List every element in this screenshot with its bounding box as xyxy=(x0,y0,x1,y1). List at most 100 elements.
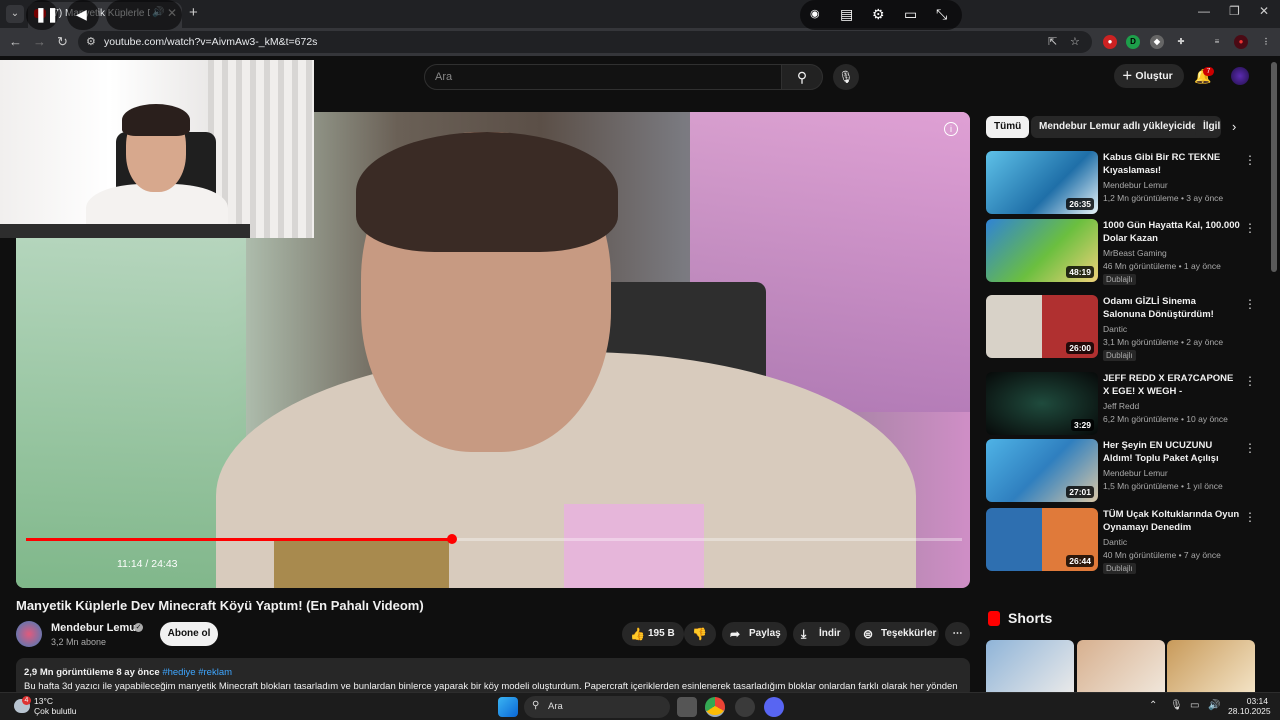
info-icon[interactable]: i xyxy=(944,122,958,136)
download-button[interactable]: ⤓ İndir xyxy=(793,622,850,646)
tray-mic-icon[interactable]: 🎙 xyxy=(1170,700,1183,711)
chrome-menu-icon[interactable]: ⋮ xyxy=(1259,35,1273,49)
restore-icon[interactable]: ❐ xyxy=(1229,4,1240,18)
cast-icon[interactable]: ⇱ xyxy=(1048,35,1057,48)
verified-check-icon: ✓ xyxy=(134,623,143,632)
discord-taskbar-icon[interactable] xyxy=(764,697,784,717)
autoplay-toggle-icon[interactable]: ◉ xyxy=(810,7,820,20)
thanks-button[interactable]: ⊜ Teşekkürler xyxy=(855,622,939,646)
extension-icon[interactable]: ● xyxy=(1103,35,1117,49)
recommendation-thumbnail[interactable]: 3:29 xyxy=(986,372,1098,435)
recommendation-thumbnail[interactable]: 27:01 xyxy=(986,439,1098,502)
task-view-icon[interactable] xyxy=(677,697,697,717)
play-pause-button[interactable]: ❚❚ xyxy=(26,0,58,30)
like-button[interactable]: 👍 195 B xyxy=(622,622,684,646)
webcam-person-hair xyxy=(122,104,190,136)
taskbar-clock[interactable]: 03:14 28.10.2025 xyxy=(1228,696,1271,716)
address-bar[interactable]: ⚙ youtube.com/watch?v=AivmAw3-_kM&t=672s… xyxy=(78,31,1092,53)
recommendation-channel: Mendebur Lemur xyxy=(1103,468,1168,478)
profile-avatar-icon[interactable]: ● xyxy=(1234,35,1248,49)
recommendation-item[interactable]: 3:29 JEFF REDD X ERA7CAPONE X EGE! X WEG… xyxy=(986,372,1266,436)
search-input[interactable]: Ara xyxy=(424,64,782,90)
search-button[interactable]: ⚲ xyxy=(781,64,823,90)
chip-related[interactable]: İlgili xyxy=(1195,116,1221,138)
search-icon: ⚲ xyxy=(532,700,540,711)
more-vertical-icon[interactable]: ⋮ xyxy=(1244,510,1256,524)
more-vertical-icon[interactable]: ⋮ xyxy=(1244,297,1256,311)
recommendation-item[interactable]: 26:44 TÜM Uçak Koltuklarında Oyun Oynama… xyxy=(986,508,1266,574)
recommendation-item[interactable]: 27:01 Her Şeyin EN UCUZUNU Aldım! Toplu … xyxy=(986,439,1266,503)
share-button[interactable]: ➦ Paylaş xyxy=(722,622,787,646)
taskbar-search[interactable]: ⚲ Ara xyxy=(524,696,670,718)
speaker-tray-icon[interactable]: 🔊 xyxy=(1208,700,1220,711)
thumbs-up-icon: 👍 xyxy=(630,627,645,641)
recommendation-item[interactable]: 26:35 Kabus Gibi Bir RC TEKNE Kıyaslamas… xyxy=(986,151,1266,215)
extension-d-icon[interactable]: D xyxy=(1126,35,1140,49)
mute-button[interactable]: ◀ xyxy=(67,0,99,30)
thanks-icon: ⊜ xyxy=(863,627,874,641)
network-icon[interactable]: ▭ xyxy=(1190,700,1199,711)
chevron-right-icon[interactable]: › xyxy=(1232,119,1236,134)
video-minecraft-house xyxy=(274,540,449,588)
voice-search-button[interactable]: 🎙 xyxy=(833,64,859,90)
progress-scrubber[interactable] xyxy=(447,534,457,544)
video-duration: 27:01 xyxy=(1066,486,1094,498)
subtitles-icon[interactable]: ▤ xyxy=(840,6,853,23)
more-vertical-icon[interactable]: ⋮ xyxy=(1244,374,1256,388)
tab-search-button[interactable]: ⌄ xyxy=(6,5,24,23)
shield-extension-icon[interactable]: ◆ xyxy=(1150,35,1164,49)
forward-icon[interactable]: → xyxy=(33,34,46,49)
channel-avatar[interactable] xyxy=(16,621,42,647)
recommendation-thumbnail[interactable]: 26:35 xyxy=(986,151,1098,214)
more-vertical-icon[interactable]: ⋮ xyxy=(1244,221,1256,235)
dislike-button[interactable]: 👎 xyxy=(684,622,716,646)
page-scrollbar[interactable] xyxy=(1271,62,1277,272)
recommendation-thumbnail[interactable]: 48:19 xyxy=(986,219,1098,282)
back-icon[interactable]: ← xyxy=(9,34,22,49)
share-icon: ➦ xyxy=(730,627,741,641)
minimize-icon[interactable]: — xyxy=(1198,4,1210,18)
windows-start-icon[interactable] xyxy=(498,697,518,717)
recommendation-item[interactable]: 26:00 Odamı GİZLİ Sinema Salonuna Dönüşt… xyxy=(986,295,1266,361)
chip-from-uploader[interactable]: Mendebur Lemur adlı yükleyiciden xyxy=(1031,116,1211,138)
recommendation-meta: 6,2 Mn görüntüleme • 10 ay önce xyxy=(1103,414,1228,424)
recommendation-title: Kabus Gibi Bir RC TEKNE Kıyaslaması! xyxy=(1103,152,1221,176)
progress-fill xyxy=(26,538,452,541)
miniplayer-icon[interactable]: ▭ xyxy=(904,6,917,23)
description-text: Bu hafta 3d yazıcı ile yapabileceğim man… xyxy=(24,681,958,692)
shorts-logo-icon xyxy=(988,611,1000,626)
recommendation-thumbnail[interactable]: 26:00 xyxy=(986,295,1098,358)
hashtags[interactable]: #hediye #reklam xyxy=(162,667,232,678)
puzzle-extensions-icon[interactable]: ✚ xyxy=(1174,35,1188,49)
more-actions-button[interactable]: ⋯ xyxy=(945,622,970,646)
more-vertical-icon[interactable]: ⋮ xyxy=(1244,153,1256,167)
create-label: Oluştur xyxy=(1135,70,1173,82)
webcam-overlay xyxy=(0,60,314,238)
bookmark-star-icon[interactable]: ☆ xyxy=(1070,35,1080,48)
recommendation-meta: 3,1 Mn görüntüleme • 2 ay önce xyxy=(1103,337,1224,347)
right-controls: ◉ ▤ ⚙ ▭ ⤡ xyxy=(800,0,962,30)
create-button[interactable]: ＋ Oluştur xyxy=(1114,64,1184,88)
reload-icon[interactable]: ↻ xyxy=(57,34,68,50)
short-thumbnail[interactable] xyxy=(1077,640,1165,692)
site-info-icon[interactable]: ⚙ xyxy=(86,35,96,48)
subscribe-button[interactable]: Abone ol xyxy=(160,622,218,646)
more-vertical-icon[interactable]: ⋮ xyxy=(1244,441,1256,455)
dubbed-badge: Dublajlı xyxy=(1103,274,1136,285)
window-close-icon[interactable]: ✕ xyxy=(1259,4,1269,18)
fullscreen-icon[interactable]: ⤡ xyxy=(936,6,947,23)
chrome-taskbar-icon[interactable] xyxy=(705,697,725,717)
tray-overflow-icon[interactable]: ⌃ xyxy=(1149,700,1157,711)
video-person-hair xyxy=(356,132,618,252)
settings-gear-icon[interactable]: ⚙ xyxy=(872,6,885,23)
account-avatar[interactable] xyxy=(1231,67,1249,85)
media-control-icon[interactable]: ≡ xyxy=(1210,35,1224,49)
short-thumbnail[interactable] xyxy=(986,640,1074,692)
new-tab-button[interactable]: + xyxy=(189,4,198,21)
chip-all[interactable]: Tümü xyxy=(986,116,1030,138)
channel-name[interactable]: Mendebur Lemur xyxy=(51,622,140,634)
short-thumbnail[interactable] xyxy=(1167,640,1255,692)
obs-taskbar-icon[interactable] xyxy=(735,697,755,717)
recommendation-item[interactable]: 48:19 1000 Gün Hayatta Kal, 100.000 Dola… xyxy=(986,219,1266,285)
recommendation-thumbnail[interactable]: 26:44 xyxy=(986,508,1098,571)
